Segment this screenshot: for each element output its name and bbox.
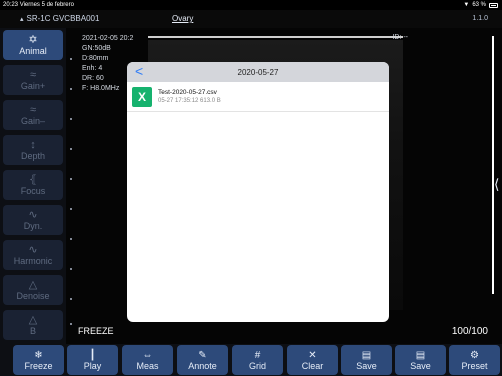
dynamic-icon: ∿: [28, 209, 38, 221]
annotate-button[interactable]: ✎ Annote: [177, 345, 228, 375]
status-right: ▼ 63 %: [463, 0, 498, 10]
harmonic-icon: ∿: [28, 244, 38, 256]
wifi-icon: ▼: [463, 2, 470, 8]
battery-icon: [489, 2, 498, 8]
gain-minus-icon: ≈: [29, 104, 37, 116]
depth-scale: [70, 48, 78, 328]
measure-icon: ⇔: [142, 349, 153, 361]
imaging-parameters: 2021-02-05 20:2 GN:50dB D:80mm Enh: 4 DR…: [82, 34, 133, 94]
dialog-header: < 2020-05-27: [127, 62, 389, 82]
b-mode-button[interactable]: △ B: [3, 310, 63, 340]
param-depth: D:80mm: [82, 55, 109, 62]
back-chevron-icon[interactable]: <: [135, 63, 143, 79]
annotate-icon: ✎: [198, 349, 207, 361]
animal-button[interactable]: ✡ Animal: [3, 30, 63, 60]
measure-button[interactable]: ⇔ Meas: [122, 345, 173, 375]
preset-name[interactable]: Ovary: [172, 10, 193, 28]
left-toolbar: ✡ Animal ≈ Gain+ ≈ Gain– ↕ Depth ⦃ Focus…: [0, 28, 66, 344]
spreadsheet-file-icon: X: [132, 86, 152, 107]
battery-percent: 63 %: [472, 2, 486, 8]
file-meta: 05-27 17:35:12 613.0 B: [158, 98, 221, 104]
gain-minus-button[interactable]: ≈ Gain–: [3, 100, 63, 130]
b-mode-icon: △: [28, 314, 38, 326]
play-icon: ┃: [89, 349, 96, 361]
file-browser-dialog: < 2020-05-27 X Test-2020-05-27.csv 05-27…: [127, 62, 389, 322]
patient-id: ID: --: [392, 34, 408, 41]
scan-line: [148, 36, 403, 38]
chevron-right-icon[interactable]: ⟨: [494, 176, 499, 193]
dialog-title: 2020-05-27: [237, 67, 279, 77]
preset-gear-icon: ⚙: [470, 349, 479, 361]
denoise-button[interactable]: △ Denoise: [3, 275, 63, 305]
param-dynamic-range: DR: 60: [82, 75, 104, 82]
play-button[interactable]: ┃ Play: [67, 345, 118, 375]
animal-icon: ✡: [28, 34, 38, 46]
gain-plus-button[interactable]: ≈ Gain+: [3, 65, 63, 95]
focus-button[interactable]: ⦃ Focus: [3, 170, 63, 200]
freeze-button[interactable]: ❄ Freeze: [13, 345, 64, 375]
denoise-icon: △: [28, 279, 38, 291]
param-enhance: Enh: 4: [82, 65, 103, 72]
grid-icon: #: [254, 349, 261, 361]
file-list-item[interactable]: X Test-2020-05-27.csv 05-27 17:35:12 613…: [127, 82, 389, 112]
clear-button[interactable]: ✕ Clear: [287, 345, 338, 375]
preset-button[interactable]: ⚙ Preset: [449, 345, 500, 375]
frame-counter: 100/100: [451, 326, 488, 337]
status-bar: 20:23 Viernes 5 de febrero ▼ 63 %: [0, 0, 502, 10]
save-image-icon: ▤: [361, 349, 372, 361]
harmonic-button[interactable]: ∿ Harmonic: [3, 240, 63, 270]
app-version: 1.1.0: [472, 15, 488, 22]
dynamic-range-button[interactable]: ∿ Dyn.: [3, 205, 63, 235]
save-video-icon: ▤: [415, 349, 426, 361]
title-bar: ▴ SR-1C GVCBBA001 Ovary 1.1.0: [0, 10, 502, 28]
file-name: Test-2020-05-27.csv: [158, 89, 217, 96]
cine-scroll-thumb[interactable]: [492, 36, 494, 294]
save-image-button[interactable]: ▤ Save: [341, 345, 392, 375]
depth-icon: ↕: [30, 139, 36, 151]
device-name[interactable]: ▴ SR-1C GVCBBA001: [20, 10, 99, 29]
status-time: 20:23 Viernes 5 de febrero: [3, 2, 74, 8]
snowflake-icon: ❄: [34, 349, 43, 361]
focus-icon: ⦃: [28, 174, 38, 186]
save-video-button[interactable]: ▤ Save: [395, 345, 446, 375]
clear-icon: ✕: [308, 349, 317, 361]
freeze-indicator: FREEZE: [78, 326, 114, 336]
signal-icon: ▴: [20, 16, 24, 23]
param-gain: GN:50dB: [82, 45, 111, 52]
param-datetime: 2021-02-05 20:2: [82, 35, 134, 42]
param-frequency: F: H8.0MHz: [82, 85, 120, 92]
depth-button[interactable]: ↕ Depth: [3, 135, 63, 165]
grid-button[interactable]: # Grid: [232, 345, 283, 375]
gain-plus-icon: ≈: [29, 69, 37, 81]
bottom-toolbar: ❄ Freeze ┃ Play ⇔ Meas ✎ Annote # Grid ✕…: [0, 344, 502, 376]
